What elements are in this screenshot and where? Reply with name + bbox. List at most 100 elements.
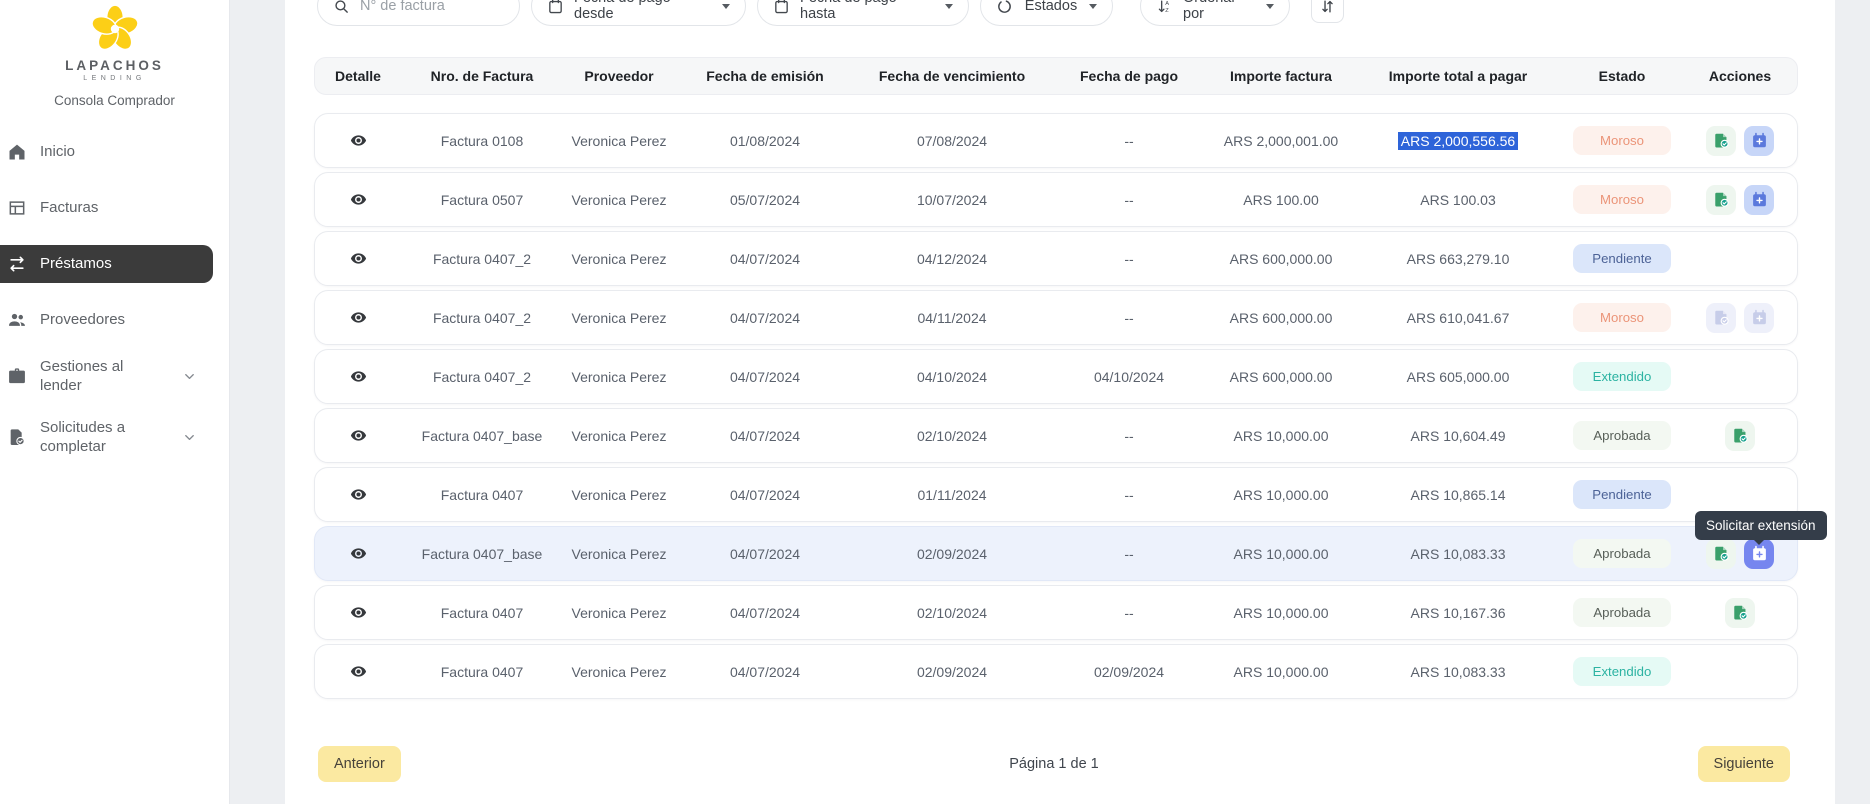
view-detail-button[interactable] [348, 484, 369, 505]
cell-issue-date: 05/07/2024 [675, 192, 855, 208]
sort-direction-button[interactable] [1311, 0, 1344, 23]
cell-issue-date: 04/07/2024 [675, 605, 855, 621]
cell-due-date: 02/10/2024 [855, 605, 1049, 621]
calendar-plus-icon [1751, 191, 1768, 208]
cell-total-amount: ARS 663,279.10 [1353, 251, 1563, 267]
sidebar-nav: Inicio Facturas Préstamos Proveedores Ge… [0, 133, 229, 461]
status-badge: Pendiente [1573, 480, 1671, 509]
view-detail-button[interactable] [348, 248, 369, 269]
request-extension-button[interactable] [1744, 185, 1774, 215]
sidebar-item-gestiones-al-lender[interactable]: Gestiones al lender [0, 357, 213, 395]
briefcase-icon [7, 366, 27, 386]
header-nro-factura: Nro. de Factura [401, 68, 563, 84]
cell-total-amount: ARS 10,083.33 [1353, 664, 1563, 680]
request-extension-button[interactable] [1744, 126, 1774, 156]
document-check-button[interactable] [1725, 421, 1755, 451]
cell-invoice-number: Factura 0407_2 [401, 310, 563, 326]
date-from-filter[interactable]: Fecha de pago desde [531, 0, 746, 26]
document-check-icon [1713, 309, 1730, 326]
cell-provider: Veronica Perez [563, 192, 675, 208]
cell-payment-date: -- [1049, 310, 1209, 326]
calendar-icon [773, 0, 790, 15]
view-detail-button[interactable] [348, 425, 369, 446]
view-detail-button[interactable] [348, 661, 369, 682]
dropdown-caret-icon [1089, 4, 1097, 9]
cell-due-date: 04/12/2024 [855, 251, 1049, 267]
brand-name: LAPACHOS [0, 58, 229, 73]
cell-invoice-number: Factura 0407 [401, 487, 563, 503]
view-detail-button[interactable] [348, 543, 369, 564]
sidebar-item-inicio[interactable]: Inicio [0, 133, 213, 171]
cell-actions [1681, 185, 1799, 215]
table-row: Factura 0407 Veronica Perez 04/07/2024 0… [314, 585, 1798, 640]
cell-actions [1681, 598, 1799, 628]
header-importe-total: Importe total a pagar [1353, 68, 1563, 84]
cell-issue-date: 04/07/2024 [675, 251, 855, 267]
view-detail-button[interactable] [348, 366, 369, 387]
cell-payment-date: -- [1049, 487, 1209, 503]
document-check-icon [1713, 132, 1730, 149]
page-status: Página 1 de 1 [1009, 756, 1099, 772]
cell-status: Aprobada [1563, 598, 1681, 627]
sidebar-item-solicitudes-a-completar[interactable]: Solicitudes a completar [0, 413, 213, 461]
eye-icon [350, 250, 367, 267]
cell-total-amount: ARS 100.03 [1353, 192, 1563, 208]
table-header-row: Detalle Nro. de Factura Proveedor Fecha … [314, 57, 1798, 95]
cell-issue-date: 04/07/2024 [675, 369, 855, 385]
view-detail-button[interactable] [348, 602, 369, 623]
next-page-button[interactable]: Siguiente [1698, 746, 1790, 782]
cell-invoice-number: Factura 0407_2 [401, 251, 563, 267]
document-check-button[interactable] [1706, 185, 1736, 215]
cell-total-amount: ARS 10,865.14 [1353, 487, 1563, 503]
document-check-button[interactable] [1706, 126, 1736, 156]
date-to-filter[interactable]: Fecha de pago hasta [757, 0, 969, 26]
document-check-button[interactable] [1706, 539, 1736, 569]
sidebar-item-proveedores[interactable]: Proveedores [0, 301, 213, 339]
sort-updown-icon [1319, 0, 1336, 15]
cell-due-date: 02/09/2024 [855, 546, 1049, 562]
status-badge: Pendiente [1573, 244, 1671, 273]
document-check-icon [1713, 191, 1730, 208]
status-badge: Aprobada [1573, 421, 1671, 450]
chevron-down-icon [182, 369, 197, 384]
previous-page-button[interactable]: Anterior [318, 746, 401, 782]
header-importe-factura: Importe factura [1209, 68, 1353, 84]
eye-icon [350, 604, 367, 621]
dropdown-caret-icon [945, 4, 953, 9]
calendar-plus-icon [1751, 309, 1768, 326]
order-by-filter[interactable]: Ordenar por [1140, 0, 1290, 26]
eye-icon [350, 663, 367, 680]
document-check-button[interactable] [1725, 598, 1755, 628]
cell-total-amount: ARS 10,604.49 [1353, 428, 1563, 444]
cell-actions [1681, 421, 1799, 451]
cell-status: Pendiente [1563, 480, 1681, 509]
cell-provider: Veronica Perez [563, 546, 675, 562]
cell-invoice-number: Factura 0407_base [401, 546, 563, 562]
header-fecha-emision: Fecha de emisión [675, 68, 855, 84]
lapachos-flower-icon [86, 4, 144, 56]
cell-payment-date: -- [1049, 546, 1209, 562]
sidebar-item-facturas[interactable]: Facturas [0, 189, 213, 227]
cell-status: Moroso [1563, 185, 1681, 214]
view-detail-button[interactable] [348, 307, 369, 328]
cell-total-amount: ARS 2,000,556.56 [1353, 133, 1563, 149]
table-row: Factura 0407_2 Veronica Perez 04/07/2024… [314, 231, 1798, 286]
search-input[interactable] [360, 0, 500, 14]
cell-invoice-amount: ARS 2,000,001.00 [1209, 133, 1353, 149]
dropdown-caret-icon [722, 4, 730, 9]
cell-due-date: 04/10/2024 [855, 369, 1049, 385]
loans-table: Detalle Nro. de Factura Proveedor Fecha … [314, 57, 1798, 699]
chevron-down-icon [182, 430, 197, 445]
filter-bar: Fecha de pago desde Fecha de pago hasta … [317, 0, 1835, 26]
view-detail-button[interactable] [348, 130, 369, 151]
status-filter[interactable]: Estados [980, 0, 1113, 26]
cell-provider: Veronica Perez [563, 310, 675, 326]
invoice-search-field[interactable] [317, 0, 520, 26]
cell-invoice-amount: ARS 600,000.00 [1209, 310, 1353, 326]
cell-provider: Veronica Perez [563, 251, 675, 267]
cell-provider: Veronica Perez [563, 664, 675, 680]
cell-due-date: 04/11/2024 [855, 310, 1049, 326]
cell-payment-date: -- [1049, 605, 1209, 621]
view-detail-button[interactable] [348, 189, 369, 210]
sidebar-item-prestamos[interactable]: Préstamos [0, 245, 213, 283]
